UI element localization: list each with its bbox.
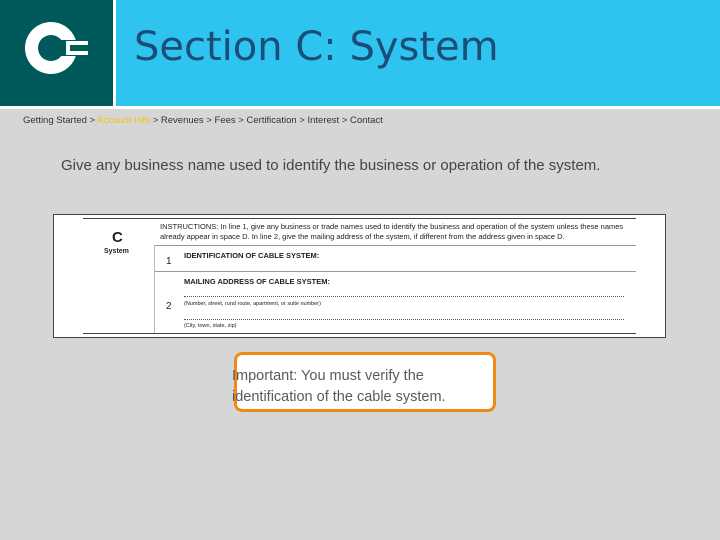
form-mailing-label: MAILING ADDRESS OF CABLE SYSTEM: xyxy=(184,277,330,286)
page-title: Section C: System xyxy=(134,24,499,70)
breadcrumb-separator: > xyxy=(206,115,212,126)
breadcrumb-certification[interactable]: Certification xyxy=(246,115,296,126)
breadcrumb-separator: > xyxy=(238,115,244,126)
form-section-letter: C xyxy=(112,229,123,246)
form-rule xyxy=(83,218,636,219)
form-line-number: 1 xyxy=(166,256,172,267)
form-excerpt: C System INSTRUCTIONS: In line 1, give a… xyxy=(53,214,666,338)
form-rule xyxy=(155,271,636,272)
form-city-hint: (City, town, state, zip) xyxy=(184,323,237,329)
form-dotted-line xyxy=(184,319,624,320)
form-rule xyxy=(154,245,155,333)
form-street-hint: (Number, street, rural route, apartment,… xyxy=(184,301,321,307)
header-divider xyxy=(0,106,720,109)
breadcrumb-revenues[interactable]: Revenues xyxy=(161,115,204,126)
logo xyxy=(0,0,113,106)
form-dotted-line xyxy=(184,296,624,297)
form-line-number: 2 xyxy=(166,301,172,312)
form-rule xyxy=(155,245,636,246)
breadcrumb: Getting Started > Account Info > Revenue… xyxy=(23,115,383,126)
breadcrumb-getting-started[interactable]: Getting Started xyxy=(23,115,87,126)
breadcrumb-account-info[interactable]: Account Info xyxy=(97,115,150,126)
form-line1-label: IDENTIFICATION OF CABLE SYSTEM: xyxy=(184,251,320,260)
breadcrumb-interest[interactable]: Interest xyxy=(308,115,340,126)
logo-separator xyxy=(113,0,116,106)
breadcrumb-separator: > xyxy=(152,115,159,126)
breadcrumb-separator: > xyxy=(89,115,96,126)
form-instructions: INSTRUCTIONS: In line 1, give any busine… xyxy=(160,222,624,241)
important-callout-text: Important: You must verify the identific… xyxy=(232,368,446,405)
breadcrumb-separator: > xyxy=(299,115,305,126)
header-banner: Section C: System xyxy=(0,0,720,106)
breadcrumb-contact[interactable]: Contact xyxy=(350,115,383,126)
section-description: Give any business name used to identify … xyxy=(61,157,601,174)
logo-mark-icon xyxy=(25,22,88,74)
form-section-label: System xyxy=(104,248,129,255)
form-rule xyxy=(83,333,636,334)
breadcrumb-fees[interactable]: Fees xyxy=(215,115,236,126)
breadcrumb-separator: > xyxy=(341,115,348,126)
